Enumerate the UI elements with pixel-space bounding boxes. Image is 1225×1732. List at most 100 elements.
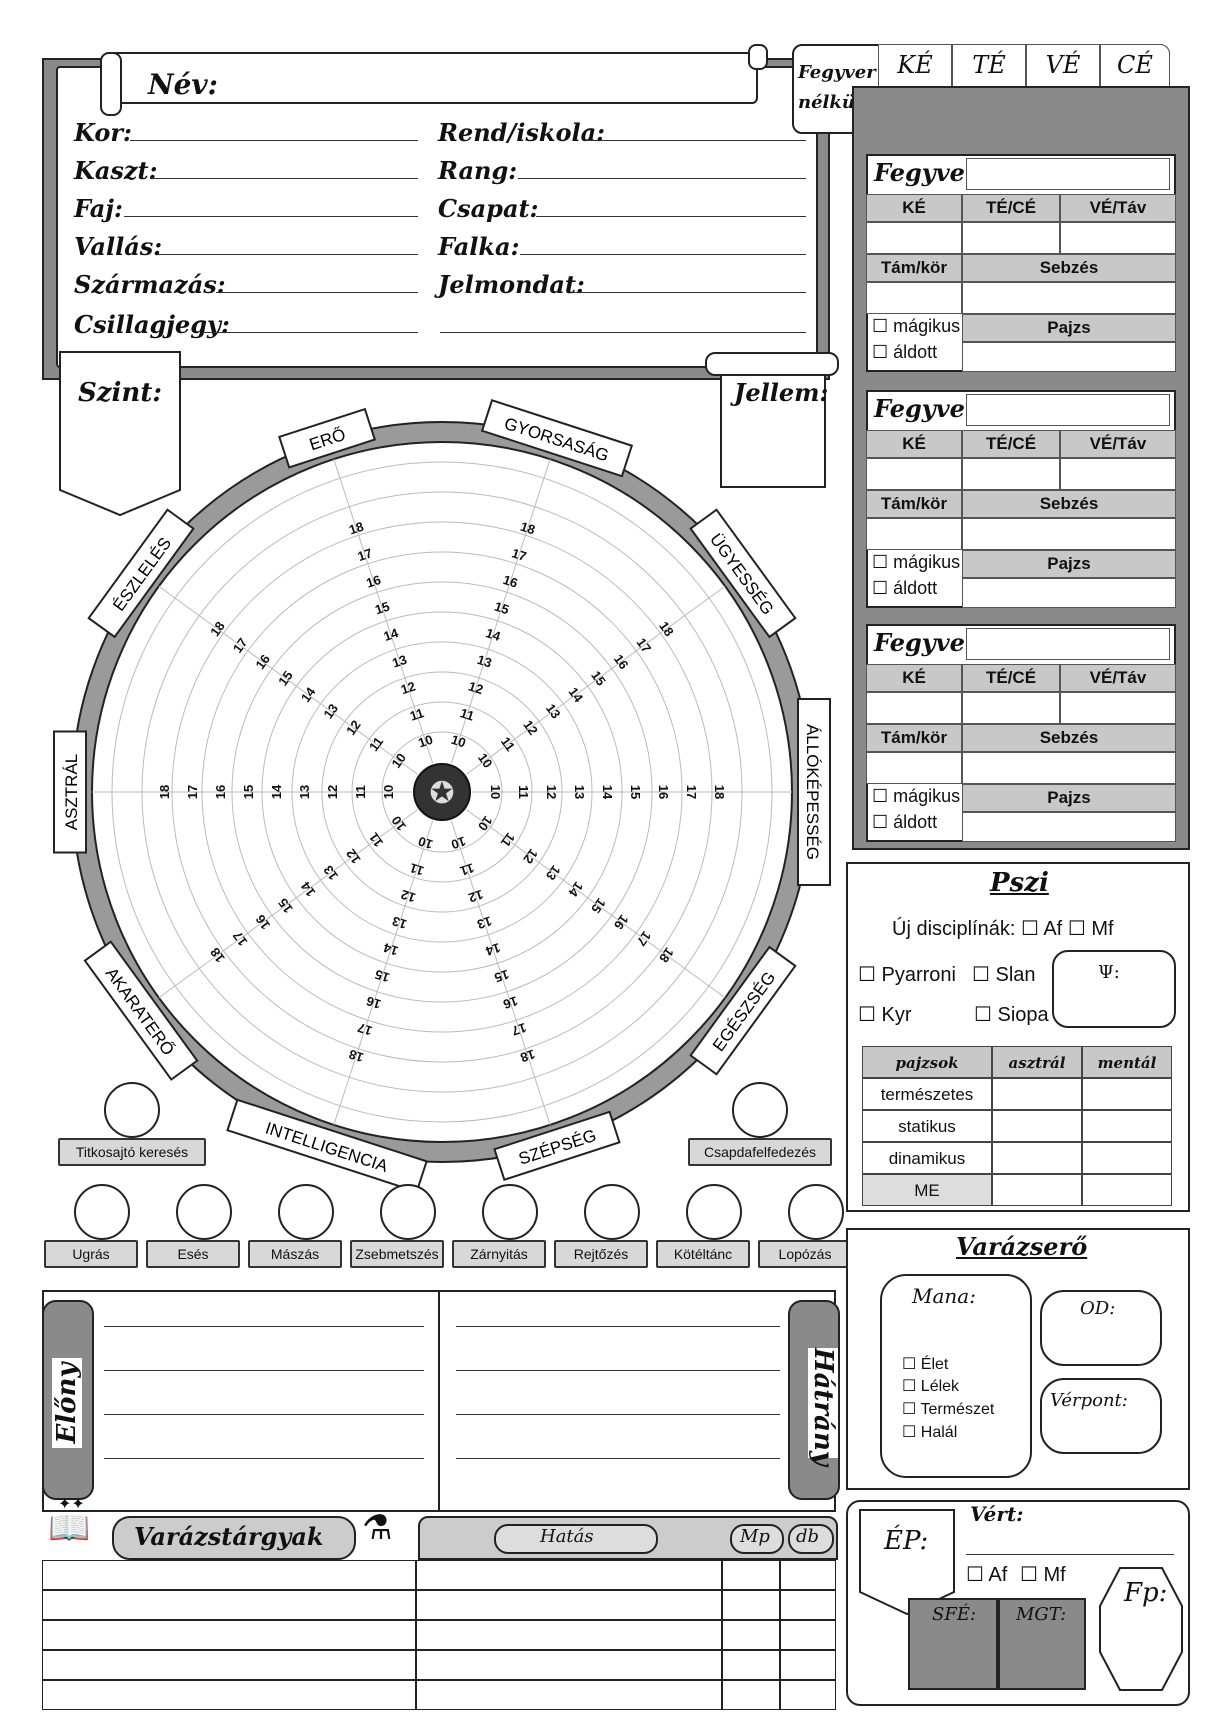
weapon-name-field[interactable] bbox=[966, 158, 1170, 190]
armor-af-check[interactable]: ☐ Af bbox=[966, 1562, 1007, 1587]
psi-disc-kyr[interactable]: ☐ Kyr bbox=[858, 1002, 912, 1027]
items-table-cell[interactable] bbox=[42, 1590, 416, 1620]
field-rang-line[interactable] bbox=[518, 178, 806, 179]
weapon-stat-value[interactable] bbox=[866, 692, 962, 724]
items-table-cell[interactable] bbox=[722, 1590, 780, 1620]
advantage-line[interactable] bbox=[456, 1458, 780, 1459]
weapon-blessed-check[interactable]: ☐ áldott bbox=[872, 578, 937, 599]
weapon-stat-value[interactable] bbox=[962, 518, 1176, 550]
weapon-stat-value[interactable] bbox=[962, 458, 1060, 490]
weapon-stat-value[interactable] bbox=[866, 458, 962, 490]
field-faj-line[interactable] bbox=[124, 216, 418, 217]
weapon-name-field[interactable] bbox=[966, 394, 1170, 426]
items-table-cell[interactable] bbox=[780, 1560, 836, 1590]
armor-mf-check[interactable]: ☐ Mf bbox=[1020, 1562, 1066, 1587]
mana-type-lelek[interactable]: ☐ Lélek bbox=[902, 1376, 959, 1396]
field-csillagjegy-line[interactable] bbox=[202, 332, 418, 333]
items-table-cell[interactable] bbox=[416, 1620, 722, 1650]
weapon-shield-value[interactable] bbox=[962, 578, 1176, 608]
advantage-line[interactable] bbox=[104, 1326, 424, 1327]
skill-circle[interactable] bbox=[104, 1082, 160, 1138]
items-table-cell[interactable] bbox=[416, 1560, 722, 1590]
mana-type-elet[interactable]: ☐ Élet bbox=[902, 1354, 948, 1374]
items-table-cell[interactable] bbox=[42, 1560, 416, 1590]
weapon-stat-value[interactable] bbox=[1060, 692, 1176, 724]
items-table-cell[interactable] bbox=[42, 1650, 416, 1680]
psi-disc-siopa[interactable]: ☐ Siopa bbox=[974, 1002, 1049, 1027]
advantage-line[interactable] bbox=[456, 1326, 780, 1327]
skill-circle[interactable] bbox=[74, 1184, 130, 1240]
advantage-line[interactable] bbox=[104, 1414, 424, 1415]
advantage-line[interactable] bbox=[104, 1458, 424, 1459]
psi-table-cell[interactable] bbox=[1082, 1110, 1172, 1142]
weapon-stat-value[interactable] bbox=[866, 752, 962, 784]
weapon-stat-value[interactable] bbox=[866, 222, 962, 254]
weapon-name-field[interactable] bbox=[966, 628, 1170, 660]
skill-label: Titkosajtó keresés bbox=[58, 1138, 206, 1166]
skill-circle[interactable] bbox=[176, 1184, 232, 1240]
items-table-cell[interactable] bbox=[416, 1590, 722, 1620]
field-jelmondat-line[interactable] bbox=[572, 292, 806, 293]
field-falka-line[interactable] bbox=[520, 254, 806, 255]
skill-circle[interactable] bbox=[482, 1184, 538, 1240]
psi-disc-pyarroni[interactable]: ☐ Pyarroni bbox=[858, 962, 956, 987]
skill-circle[interactable] bbox=[788, 1184, 844, 1240]
weapon-stat-value[interactable] bbox=[962, 752, 1176, 784]
field-vallas-line[interactable] bbox=[158, 254, 418, 255]
advantage-line[interactable] bbox=[104, 1370, 424, 1371]
weapon-stat-value[interactable] bbox=[1060, 222, 1176, 254]
psi-table-cell[interactable] bbox=[992, 1142, 1082, 1174]
weapon-stat-value[interactable] bbox=[962, 222, 1060, 254]
weapon-magic-check[interactable]: ☐ mágikus bbox=[872, 316, 960, 337]
skill-circle[interactable] bbox=[584, 1184, 640, 1240]
items-table-cell[interactable] bbox=[780, 1650, 836, 1680]
psi-table-cell[interactable] bbox=[1082, 1078, 1172, 1110]
items-table-cell[interactable] bbox=[722, 1560, 780, 1590]
vert-line[interactable] bbox=[966, 1554, 1174, 1555]
weapon-magic-check[interactable]: ☐ mágikus bbox=[872, 552, 960, 573]
weapon-stat-value[interactable] bbox=[962, 692, 1060, 724]
psi-table-cell[interactable] bbox=[992, 1078, 1082, 1110]
skill-circle[interactable] bbox=[732, 1082, 788, 1138]
items-table-cell[interactable] bbox=[416, 1680, 722, 1710]
field-szarmazas-line[interactable] bbox=[216, 292, 418, 293]
weapon-stat-value[interactable] bbox=[866, 282, 962, 314]
weapon-stat-value[interactable] bbox=[1060, 458, 1176, 490]
psi-af-check[interactable]: ☐ bbox=[1021, 918, 1043, 940]
advantage-line[interactable] bbox=[456, 1414, 780, 1415]
items-table-cell[interactable] bbox=[416, 1650, 722, 1680]
items-table-cell[interactable] bbox=[780, 1590, 836, 1620]
weapon-stat-value[interactable] bbox=[962, 282, 1176, 314]
psi-disc-slan[interactable]: ☐ Slan bbox=[972, 962, 1036, 987]
mana-type-termeszet[interactable]: ☐ Természet bbox=[902, 1399, 994, 1419]
skill-circle[interactable] bbox=[380, 1184, 436, 1240]
skill-circle[interactable] bbox=[686, 1184, 742, 1240]
field-extra-line[interactable] bbox=[440, 332, 806, 333]
weapon-shield-value[interactable] bbox=[962, 812, 1176, 842]
items-table-cell[interactable] bbox=[780, 1620, 836, 1650]
field-kaszt-line[interactable] bbox=[150, 178, 418, 179]
weapon-magic-check[interactable]: ☐ mágikus bbox=[872, 786, 960, 807]
advantage-line[interactable] bbox=[456, 1370, 780, 1371]
psi-table-cell[interactable] bbox=[992, 1174, 1082, 1206]
mana-type-halal[interactable]: ☐ Halál bbox=[902, 1422, 957, 1442]
items-table-cell[interactable] bbox=[780, 1680, 836, 1710]
weapon-shield-value[interactable] bbox=[962, 342, 1176, 372]
psi-table-cell[interactable] bbox=[1082, 1174, 1172, 1206]
weapon-stat-value[interactable] bbox=[866, 518, 962, 550]
weapon-blessed-check[interactable]: ☐ áldott bbox=[872, 342, 937, 363]
psi-table-cell[interactable] bbox=[992, 1110, 1082, 1142]
psi-table-cell[interactable] bbox=[1082, 1142, 1172, 1174]
weapon-blessed-label: áldott bbox=[893, 812, 938, 832]
field-rend-line[interactable] bbox=[584, 140, 806, 141]
field-csapat-line[interactable] bbox=[536, 216, 806, 217]
skill-circle[interactable] bbox=[278, 1184, 334, 1240]
items-table-cell[interactable] bbox=[722, 1650, 780, 1680]
items-table-cell[interactable] bbox=[42, 1680, 416, 1710]
psi-mf-check[interactable]: ☐ bbox=[1068, 918, 1092, 940]
items-table-cell[interactable] bbox=[722, 1620, 780, 1650]
weapon-blessed-check[interactable]: ☐ áldott bbox=[872, 812, 937, 833]
items-table-cell[interactable] bbox=[722, 1680, 780, 1710]
field-kor-line[interactable] bbox=[130, 140, 418, 141]
items-table-cell[interactable] bbox=[42, 1620, 416, 1650]
